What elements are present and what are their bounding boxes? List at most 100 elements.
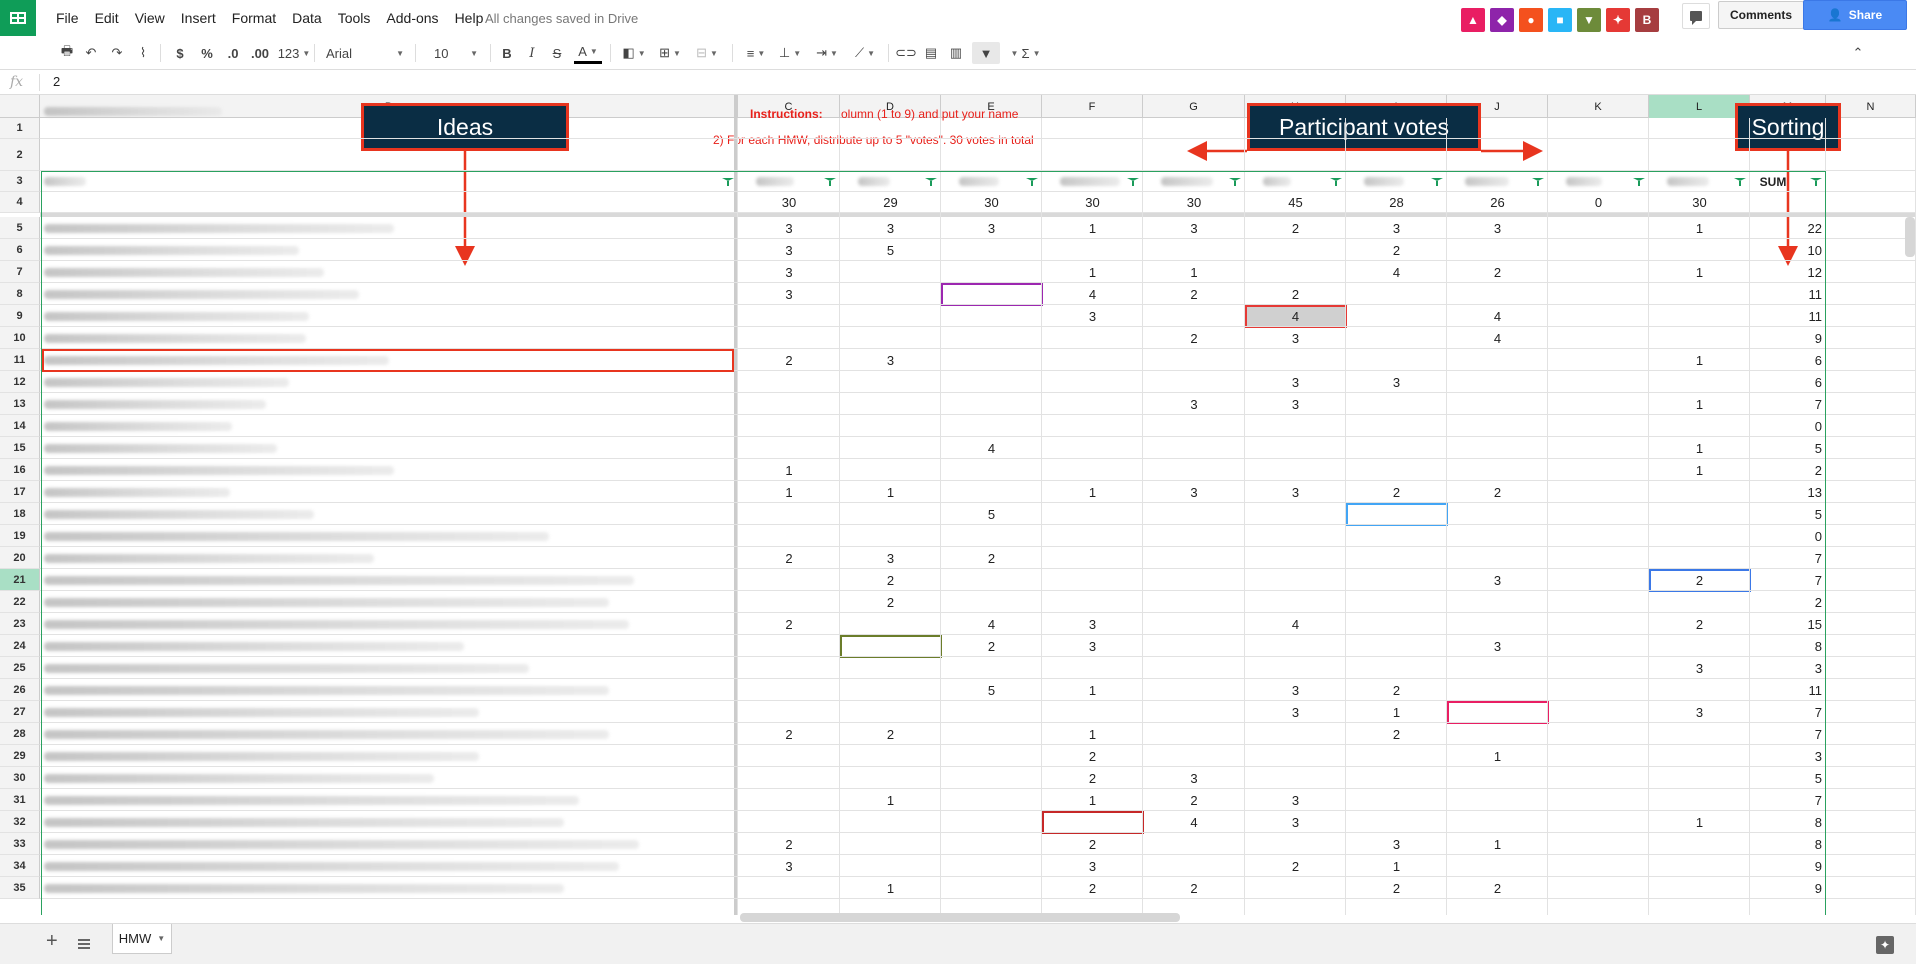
vote-cell[interactable]: 2 bbox=[1346, 481, 1447, 503]
filter-icon[interactable]: ▼ bbox=[972, 42, 1000, 64]
vote-cell[interactable] bbox=[1143, 239, 1245, 261]
vote-cell[interactable] bbox=[1548, 371, 1649, 393]
vote-cell[interactable] bbox=[1548, 239, 1649, 261]
menu-insert[interactable]: Insert bbox=[181, 10, 216, 26]
vote-cell[interactable] bbox=[1346, 767, 1447, 789]
vote-cell[interactable] bbox=[941, 833, 1042, 855]
vote-cell[interactable] bbox=[840, 305, 941, 327]
explore-icon[interactable]: ✦ bbox=[1876, 936, 1894, 954]
vote-cell[interactable] bbox=[941, 767, 1042, 789]
vote-cell[interactable] bbox=[1245, 767, 1346, 789]
vote-cell[interactable] bbox=[1447, 811, 1548, 833]
all-sheets-icon[interactable] bbox=[78, 939, 90, 949]
menu-edit[interactable]: Edit bbox=[95, 10, 119, 26]
vote-cell[interactable]: 3 bbox=[738, 283, 840, 305]
menu-format[interactable]: Format bbox=[232, 10, 276, 26]
vote-cell[interactable] bbox=[1143, 349, 1245, 371]
vote-cell[interactable] bbox=[1245, 547, 1346, 569]
vote-cell[interactable]: 3 bbox=[1447, 217, 1548, 239]
vote-cell[interactable]: 1 bbox=[840, 877, 941, 899]
vote-cell[interactable] bbox=[1245, 349, 1346, 371]
sum-cell[interactable]: 7 bbox=[1750, 547, 1826, 569]
vote-cell[interactable] bbox=[1447, 459, 1548, 481]
vote-cell[interactable] bbox=[941, 481, 1042, 503]
vote-cell[interactable] bbox=[1245, 261, 1346, 283]
vote-cell[interactable] bbox=[941, 789, 1042, 811]
sum-cell[interactable]: 12 bbox=[1750, 261, 1826, 283]
sum-cell[interactable]: 9 bbox=[1750, 877, 1826, 899]
number-format-dropdown[interactable]: 123 ▼ bbox=[276, 42, 312, 64]
vote-cell[interactable] bbox=[1346, 591, 1447, 613]
vote-cell[interactable] bbox=[1346, 547, 1447, 569]
chart-icon[interactable]: ▥ bbox=[946, 42, 966, 64]
vote-cell[interactable] bbox=[1042, 371, 1143, 393]
filter-toggle-icon[interactable] bbox=[1532, 178, 1544, 186]
collaborator-cursor-idea[interactable] bbox=[42, 349, 734, 372]
vote-cell[interactable] bbox=[941, 459, 1042, 481]
vote-cell[interactable] bbox=[1548, 525, 1649, 547]
vote-cell[interactable]: 5 bbox=[941, 503, 1042, 525]
merge-cells-icon[interactable]: ⊟ ▼ bbox=[692, 42, 722, 64]
vote-cell[interactable]: 2 bbox=[738, 833, 840, 855]
vote-cell[interactable] bbox=[840, 415, 941, 437]
vote-cell[interactable] bbox=[1143, 679, 1245, 701]
functions-button[interactable]: Σ ▼ bbox=[1016, 42, 1046, 64]
vote-cell[interactable] bbox=[1143, 415, 1245, 437]
vote-cell[interactable]: 3 bbox=[941, 217, 1042, 239]
vote-cell[interactable] bbox=[1143, 657, 1245, 679]
vote-cell[interactable] bbox=[1346, 811, 1447, 833]
vote-cell[interactable] bbox=[738, 371, 840, 393]
participant-total[interactable]: 30 bbox=[1143, 192, 1245, 213]
vote-cell[interactable] bbox=[1245, 239, 1346, 261]
sum-cell[interactable]: 10 bbox=[1750, 239, 1826, 261]
vote-cell[interactable] bbox=[840, 261, 941, 283]
vote-cell[interactable]: 1 bbox=[1346, 701, 1447, 723]
vote-cell[interactable] bbox=[941, 525, 1042, 547]
vote-cell[interactable]: 1 bbox=[738, 481, 840, 503]
percent-button[interactable]: % bbox=[198, 42, 216, 64]
align-vertical-icon[interactable]: ⊥ ▼ bbox=[776, 42, 804, 64]
participant-total[interactable]: 30 bbox=[1042, 192, 1143, 213]
vote-cell[interactable] bbox=[1548, 591, 1649, 613]
vote-cell[interactable] bbox=[1447, 767, 1548, 789]
vote-cell[interactable] bbox=[1548, 261, 1649, 283]
vote-cell[interactable] bbox=[1042, 503, 1143, 525]
vote-cell[interactable] bbox=[941, 877, 1042, 899]
participant-total[interactable]: 45 bbox=[1245, 192, 1346, 213]
vote-cell[interactable]: 5 bbox=[941, 679, 1042, 701]
vote-cell[interactable] bbox=[1548, 569, 1649, 591]
vote-cell[interactable] bbox=[941, 745, 1042, 767]
vote-cell[interactable]: 2 bbox=[1447, 481, 1548, 503]
redo-icon[interactable]: ↷ bbox=[108, 42, 126, 64]
vote-cell[interactable] bbox=[1042, 437, 1143, 459]
filter-toggle-icon[interactable] bbox=[1330, 178, 1342, 186]
vote-cell[interactable] bbox=[1346, 789, 1447, 811]
vote-cell[interactable]: 3 bbox=[1346, 833, 1447, 855]
vote-cell[interactable]: 3 bbox=[738, 261, 840, 283]
vote-cell[interactable] bbox=[1548, 657, 1649, 679]
vote-cell[interactable]: 1 bbox=[1042, 481, 1143, 503]
vote-cell[interactable] bbox=[1447, 657, 1548, 679]
sheets-logo-icon[interactable] bbox=[0, 0, 36, 36]
vote-cell[interactable]: 3 bbox=[1143, 767, 1245, 789]
vote-cell[interactable] bbox=[1143, 701, 1245, 723]
vote-cell[interactable] bbox=[1548, 503, 1649, 525]
vote-cell[interactable] bbox=[1447, 789, 1548, 811]
vote-cell[interactable]: 4 bbox=[1245, 613, 1346, 635]
vote-cell[interactable]: 3 bbox=[1346, 217, 1447, 239]
link-icon[interactable]: ⊂⊃ bbox=[895, 42, 917, 64]
sum-cell[interactable]: 3 bbox=[1750, 657, 1826, 679]
vote-cell[interactable]: 2 bbox=[941, 547, 1042, 569]
vote-cell[interactable]: 3 bbox=[1245, 701, 1346, 723]
filter-toggle-icon[interactable] bbox=[1229, 178, 1241, 186]
vote-cell[interactable]: 1 bbox=[1447, 745, 1548, 767]
vote-cell[interactable] bbox=[1143, 833, 1245, 855]
vote-cell[interactable]: 1 bbox=[1042, 261, 1143, 283]
vote-cell[interactable] bbox=[1649, 327, 1750, 349]
vote-cell[interactable] bbox=[840, 371, 941, 393]
vote-cell[interactable] bbox=[1346, 437, 1447, 459]
vote-cell[interactable]: 1 bbox=[1649, 217, 1750, 239]
menu-file[interactable]: File bbox=[56, 10, 79, 26]
vote-cell[interactable]: 1 bbox=[738, 459, 840, 481]
vote-cell[interactable]: 3 bbox=[1346, 371, 1447, 393]
